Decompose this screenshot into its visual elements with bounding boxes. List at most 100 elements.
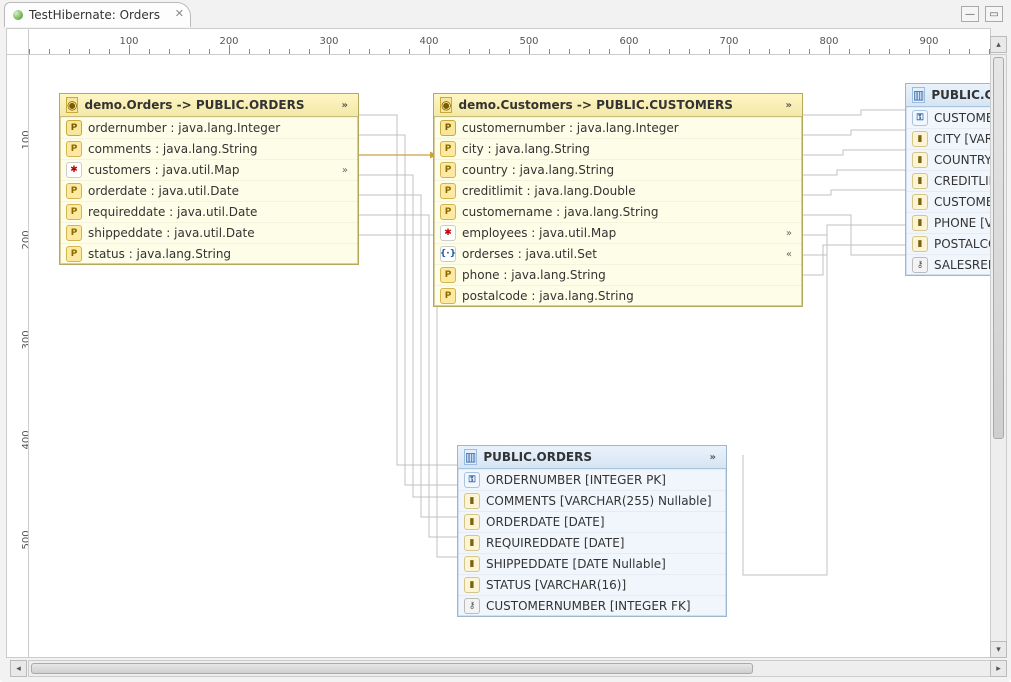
p-icon: P (66, 204, 82, 220)
table-icon: ▥ (912, 87, 925, 103)
col-icon: ▮ (912, 236, 928, 252)
p-icon: P (440, 288, 456, 304)
p-icon: P (440, 183, 456, 199)
entity-header[interactable]: ◉ demo.Orders -> PUBLIC.ORDERS » (60, 94, 358, 117)
entity-title: PUBLIC.C (931, 88, 991, 102)
entity-field-row[interactable]: Prequireddate : java.util.Date (60, 201, 358, 222)
entity-field-row[interactable]: Pordernumber : java.lang.Integer (60, 117, 358, 138)
scrollbar-thumb[interactable] (31, 663, 753, 674)
entity-field-row[interactable]: ✱customers : java.util.Map» (60, 159, 358, 180)
entity-header[interactable]: ▥ PUBLIC.ORDERS » (458, 446, 726, 469)
field-label: CITY [VARC (934, 132, 991, 146)
entity-field-row[interactable]: Pshippeddate : java.util.Date (60, 222, 358, 243)
collapse-icon[interactable]: » (338, 100, 352, 111)
editor-window: TestHibernate: Orders ✕ — ▭ 100200300400… (0, 0, 1011, 682)
field-label: orderses : java.util.Set (462, 247, 597, 261)
entity-field-row[interactable]: Pphone : java.lang.String (434, 264, 802, 285)
field-label: REQUIREDDATE [DATE] (486, 536, 624, 550)
ruler-corner (6, 28, 30, 56)
field-label: postalcode : java.lang.String (462, 289, 634, 303)
entity-field-row[interactable]: ▮PHONE [V (906, 212, 991, 233)
col-icon: ▮ (464, 493, 480, 509)
collapse-icon[interactable]: » (782, 100, 796, 111)
field-label: customername : java.lang.String (462, 205, 659, 219)
entity-demo-customers[interactable]: ◉ demo.Customers -> PUBLIC.CUSTOMERS » P… (433, 93, 803, 307)
entity-field-row[interactable]: ▮COMMENTS [VARCHAR(255) Nullable] (458, 490, 726, 511)
entity-field-row[interactable]: ▮CUSTOME (906, 191, 991, 212)
entity-public-customers[interactable]: ▥ PUBLIC.C ⚿CUSTOME▮CITY [VARC▮COUNTRY▮C… (905, 83, 991, 276)
tab-title: TestHibernate: Orders (29, 8, 160, 22)
entity-field-row[interactable]: Pstatus : java.lang.String (60, 243, 358, 264)
entity-field-row[interactable]: ⚷CUSTOMERNUMBER [INTEGER FK] (458, 595, 726, 616)
entity-header[interactable]: ◉ demo.Customers -> PUBLIC.CUSTOMERS » (434, 94, 802, 117)
ruler-vertical[interactable]: 100200300400500 (6, 54, 30, 658)
field-label: status : java.lang.String (88, 247, 231, 261)
diagram-canvas[interactable]: ◉ demo.Orders -> PUBLIC.ORDERS » Pordern… (28, 54, 991, 658)
entity-field-row[interactable]: ▮STATUS [VARCHAR(16)] (458, 574, 726, 595)
field-label: country : java.lang.String (462, 163, 614, 177)
maximize-icon[interactable]: ▭ (985, 6, 1003, 22)
entity-field-row[interactable]: ▮POSTALCO (906, 233, 991, 254)
col-icon: ▮ (912, 173, 928, 189)
minimize-icon[interactable]: — (961, 6, 979, 22)
entity-header[interactable]: ▥ PUBLIC.C (906, 84, 991, 107)
editor-tab[interactable]: TestHibernate: Orders ✕ (4, 2, 191, 27)
col-icon: ▮ (464, 556, 480, 572)
entity-field-row[interactable]: Pcustomernumber : java.lang.Integer (434, 117, 802, 138)
horizontal-scrollbar[interactable] (28, 660, 991, 677)
entity-field-row[interactable]: ▮CREDITLIM (906, 170, 991, 191)
collapse-icon[interactable]: » (706, 452, 720, 463)
expand-icon[interactable]: » (782, 228, 796, 239)
entity-title: demo.Customers -> PUBLIC.CUSTOMERS (458, 98, 732, 112)
entity-field-row[interactable]: Pcreditlimit : java.lang.Double (434, 180, 802, 201)
entity-title: demo.Orders -> PUBLIC.ORDERS (84, 98, 304, 112)
entity-field-row[interactable]: ▮ SHIPPEDDATE [DATE Nullable] (458, 553, 726, 574)
col-icon: ▮ (912, 131, 928, 147)
ruler-horizontal[interactable]: 100200300400500600700800900 (28, 28, 991, 56)
field-label: SHIPPEDDATE [DATE Nullable] (486, 557, 666, 571)
field-label: employees : java.util.Map (462, 226, 616, 240)
entity-public-orders[interactable]: ▥ PUBLIC.ORDERS » ⚿ORDERNUMBER [INTEGER … (457, 445, 727, 617)
field-label: SALESREP (934, 258, 991, 272)
entity-field-row[interactable]: ▮ CITY [VARC (906, 128, 991, 149)
entity-field-row[interactable]: {·}orderses : java.util.Set« (434, 243, 802, 264)
tab-bar: TestHibernate: Orders ✕ — ▭ (0, 0, 1011, 28)
p-icon: P (440, 267, 456, 283)
scroll-down-icon[interactable]: ▾ (990, 641, 1007, 658)
entity-field-row[interactable]: ✱employees : java.util.Map» (434, 222, 802, 243)
field-label: phone : java.lang.String (462, 268, 606, 282)
entity-field-row[interactable]: Pcity : java.lang.String (434, 138, 802, 159)
class-icon: ◉ (440, 97, 452, 113)
p-icon: P (66, 141, 82, 157)
scrollbar-thumb[interactable] (993, 57, 1004, 439)
close-tab-icon[interactable]: ✕ (175, 7, 184, 20)
expand-icon[interactable]: « (782, 249, 796, 260)
field-label: ORDERNUMBER [INTEGER PK] (486, 473, 666, 487)
entity-field-row[interactable]: ▮COUNTRY (906, 149, 991, 170)
entity-field-row[interactable]: ⚷SALESREP (906, 254, 991, 275)
expand-icon[interactable]: » (338, 165, 352, 176)
scroll-up-icon[interactable]: ▴ (990, 36, 1007, 53)
p-icon: P (440, 141, 456, 157)
class-icon: ◉ (66, 97, 78, 113)
field-label: PHONE [V (934, 216, 991, 230)
entity-field-row[interactable]: ▮ORDERDATE [DATE] (458, 511, 726, 532)
scroll-left-icon[interactable]: ◂ (10, 660, 27, 677)
entity-demo-orders[interactable]: ◉ demo.Orders -> PUBLIC.ORDERS » Pordern… (59, 93, 359, 265)
vertical-scrollbar[interactable] (990, 54, 1007, 658)
field-label: city : java.lang.String (462, 142, 590, 156)
field-label: shippeddate : java.util.Date (88, 226, 255, 240)
fk-icon: ⚷ (464, 598, 480, 614)
scroll-right-icon[interactable]: ▸ (990, 660, 1007, 677)
entity-field-row[interactable]: ▮REQUIREDDATE [DATE] (458, 532, 726, 553)
entity-field-row[interactable]: ⚿ORDERNUMBER [INTEGER PK] (458, 469, 726, 490)
entity-field-row[interactable]: Porderdate : java.util.Date (60, 180, 358, 201)
field-label: ordernumber : java.lang.Integer (88, 121, 280, 135)
entity-field-row[interactable]: Ppostalcode : java.lang.String (434, 285, 802, 306)
col-icon: ▮ (464, 577, 480, 593)
field-label: comments : java.lang.String (88, 142, 257, 156)
entity-field-row[interactable]: Pcomments : java.lang.String (60, 138, 358, 159)
entity-field-row[interactable]: Pcustomername : java.lang.String (434, 201, 802, 222)
entity-field-row[interactable]: ⚿CUSTOME (906, 107, 991, 128)
entity-field-row[interactable]: Pcountry : java.lang.String (434, 159, 802, 180)
